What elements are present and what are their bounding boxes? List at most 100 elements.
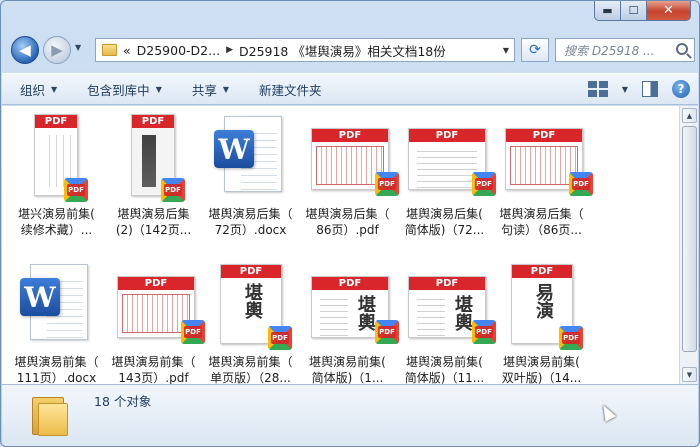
pdf-thumbnail: PDF 堪輿 PDF bbox=[408, 262, 496, 350]
file-item[interactable]: W 堪舆演易前集（ 111页）.docx bbox=[8, 262, 105, 396]
details-pane: 18 个对象 bbox=[2, 384, 698, 446]
mouse-cursor-icon bbox=[597, 402, 617, 422]
file-name-line1: 堪舆演易后集( bbox=[406, 207, 483, 221]
search-input[interactable]: 搜索 D25918 ... bbox=[555, 38, 695, 62]
file-item[interactable]: PDF PDF 堪兴演易前集( 续修术藏）... bbox=[8, 114, 105, 248]
refresh-icon: ⟳ bbox=[529, 42, 541, 58]
explorer-window: ▬ ☐ ✕ ◀ ▶ ▼ « D25900-D2... ▶ D25918 《堪舆演… bbox=[0, 0, 700, 447]
file-name: 堪舆演易前集（ 143页）.pdf bbox=[105, 354, 202, 386]
pdf-thumbnail: PDF 易演 PDF bbox=[505, 262, 583, 350]
pdf-app-icon: PDF bbox=[569, 172, 593, 196]
pdf-thumbnail: PDF 堪輿 PDF bbox=[214, 262, 292, 350]
file-list[interactable]: PDF PDF 堪兴演易前集(续修术藏）... PDF PDF 堪舆演易后集 (2)（142… bbox=[2, 106, 679, 385]
calligraphy-glyphs: 易演 bbox=[533, 283, 554, 319]
view-options-dropdown[interactable]: ▼ bbox=[622, 85, 628, 94]
pdf-app-icon: PDF bbox=[64, 178, 88, 202]
forward-button[interactable]: ▶ bbox=[43, 36, 71, 64]
word-logo-icon: W bbox=[214, 130, 254, 168]
caret-down-icon: ▼ bbox=[222, 84, 230, 94]
organize-label: 组织 bbox=[20, 82, 46, 98]
file-name-line1: 堪舆演易前集（ bbox=[14, 355, 99, 369]
file-name-line1: 堪舆演易前集（ bbox=[111, 355, 196, 369]
file-name-line1: 堪舆演易前集( bbox=[503, 355, 580, 369]
pdf-label: PDF bbox=[512, 265, 572, 278]
scroll-down-button[interactable]: ▼ bbox=[682, 367, 697, 382]
help-icon[interactable]: ? bbox=[672, 80, 690, 98]
pdf-label: PDF bbox=[409, 277, 485, 290]
file-name: 堪舆演易后集 (2)（142页... bbox=[105, 206, 202, 238]
share-label: 共享 bbox=[191, 82, 217, 98]
share-menu[interactable]: 共享 ▼ bbox=[192, 80, 229, 99]
file-item[interactable]: PDF PDF 堪舆演易后集 (2)（142页... bbox=[105, 114, 202, 248]
chevron-down-icon[interactable]: ▼ bbox=[498, 46, 514, 55]
file-name: 堪舆演易前集(双叶版)（14... bbox=[493, 354, 590, 386]
arrow-right-icon: ▶ bbox=[51, 41, 63, 59]
file-item[interactable]: PDF 堪輿 PDF 堪舆演易前集(简体版)（1... bbox=[299, 262, 399, 396]
file-name-line2: 简体版)（72... bbox=[404, 223, 485, 237]
new-folder-button[interactable]: 新建文件夹 bbox=[259, 80, 322, 99]
preview-pane-icon[interactable] bbox=[642, 81, 658, 97]
file-name: 堪舆演易前集（ 111页）.docx bbox=[8, 354, 105, 386]
organize-menu[interactable]: 组织 ▼ bbox=[20, 80, 57, 99]
file-name-line1: 堪舆演易后集 bbox=[117, 207, 190, 221]
file-item[interactable]: PDF PDF 堪舆演易后集(简体版)（72... bbox=[396, 114, 496, 248]
pdf-app-icon: PDF bbox=[268, 326, 292, 350]
file-item[interactable]: PDF PDF 堪舆演易后集（ 句读）（86页... bbox=[493, 114, 593, 248]
back-button[interactable]: ◀ bbox=[11, 36, 39, 64]
vertical-scrollbar[interactable]: ▲ ▼ bbox=[679, 106, 698, 384]
chevron-right-icon[interactable]: ▶ bbox=[226, 45, 233, 55]
file-name-line2: 72页）.docx bbox=[214, 223, 287, 237]
file-name-line2: (2)（142页... bbox=[115, 223, 192, 237]
file-item[interactable]: W 堪舆演易后集（ 72页）.docx bbox=[202, 114, 299, 248]
navigation-bar: ◀ ▶ ▼ « D25900-D2... ▶ D25918 《堪舆演易》相关文档… bbox=[7, 34, 695, 64]
close-button[interactable]: ✕ bbox=[647, 1, 691, 21]
file-name-line1: 堪兴演易前集( bbox=[18, 207, 95, 221]
pdf-thumbnail: PDF PDF bbox=[117, 114, 189, 202]
pdf-label: PDF bbox=[118, 277, 194, 290]
pdf-label: PDF bbox=[35, 115, 77, 128]
pdf-label: PDF bbox=[312, 277, 388, 290]
file-item[interactable]: PDF 堪輿 PDF 堪舆演易前集（ 单页版）（28... bbox=[202, 262, 299, 396]
pdf-label: PDF bbox=[409, 129, 485, 142]
file-name: 堪舆演易后集（ 86页）.pdf bbox=[299, 206, 396, 238]
pdf-app-icon: PDF bbox=[559, 326, 583, 350]
item-count: 18 个对象 bbox=[94, 394, 152, 409]
scroll-thumb[interactable] bbox=[682, 126, 697, 352]
file-name-line1: 堪舆演易前集( bbox=[309, 355, 386, 369]
new-folder-label: 新建文件夹 bbox=[259, 82, 322, 98]
breadcrumb-parent[interactable]: D25900-D2... bbox=[137, 43, 220, 58]
maximize-button[interactable]: ☐ bbox=[621, 1, 647, 21]
address-bar[interactable]: « D25900-D2... ▶ D25918 《堪舆演易》相关文档18份 ▼ bbox=[95, 38, 515, 62]
scroll-up-button[interactable]: ▲ bbox=[682, 108, 697, 123]
file-grid: PDF PDF 堪兴演易前集(续修术藏）... PDF PDF 堪舆演易后集 (2)（142… bbox=[8, 114, 593, 396]
command-bar: 组织 ▼ 包含到库中 ▼ 共享 ▼ 新建文件夹 ▼ ? bbox=[2, 73, 698, 105]
file-item[interactable]: PDF 堪輿 PDF 堪舆演易前集(简体版)（11... bbox=[396, 262, 496, 396]
file-name-line1: 堪舆演易前集( bbox=[406, 355, 483, 369]
breadcrumb-current[interactable]: D25918 《堪舆演易》相关文档18份 bbox=[239, 41, 446, 60]
file-name-line2: 86页）.pdf bbox=[316, 223, 379, 237]
refresh-button[interactable]: ⟳ bbox=[521, 38, 549, 62]
recent-pages-dropdown[interactable]: ▼ bbox=[75, 43, 81, 52]
folder-icon bbox=[102, 44, 117, 56]
file-name: 堪舆演易前集(简体版)（1... bbox=[299, 354, 396, 386]
calligraphy-glyphs: 堪輿 bbox=[242, 283, 263, 319]
pdf-label: PDF bbox=[312, 129, 388, 142]
include-in-library-menu[interactable]: 包含到库中 ▼ bbox=[87, 80, 162, 99]
pdf-app-icon: PDF bbox=[161, 178, 185, 202]
include-in-library-label: 包含到库中 bbox=[87, 82, 150, 98]
search-icon[interactable] bbox=[676, 43, 688, 55]
file-name-line1: 堪舆演易后集（ bbox=[305, 207, 390, 221]
file-item[interactable]: PDF PDF 堪舆演易后集（ 86页）.pdf bbox=[299, 114, 399, 248]
minimize-button[interactable]: ▬ bbox=[594, 1, 621, 21]
search-placeholder: 搜索 D25918 ... bbox=[564, 43, 655, 58]
change-view-icon[interactable] bbox=[587, 81, 608, 97]
breadcrumb-overflow[interactable]: « bbox=[123, 43, 131, 58]
file-item[interactable]: PDF 易演 PDF 堪舆演易前集(双叶版)（14... bbox=[493, 262, 590, 396]
file-name-line1: 堪舆演易前集（ bbox=[208, 355, 293, 369]
file-name-line1: 堪舆演易后集（ bbox=[499, 207, 584, 221]
file-name-line2: 续修术藏）... bbox=[20, 223, 93, 237]
word-document-icon: W bbox=[20, 262, 92, 350]
file-item[interactable]: PDF PDF 堪舆演易前集（ 143页）.pdf bbox=[105, 262, 205, 396]
file-name-line2: 句读）（86页... bbox=[501, 223, 582, 237]
folder-icon bbox=[30, 393, 70, 437]
